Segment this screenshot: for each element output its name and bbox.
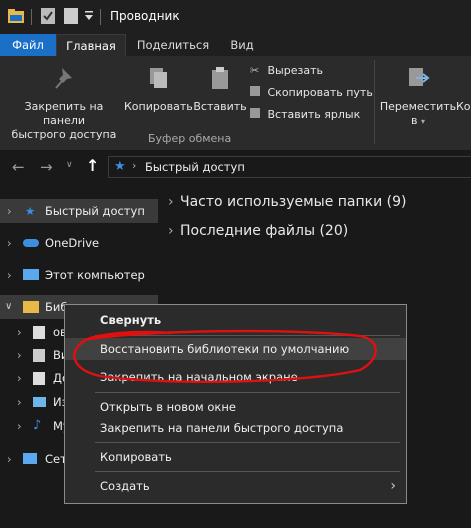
copy-icon — [146, 66, 170, 90]
menu-item-restore-libraries[interactable]: Восстановить библиотеки по умолчанию — [65, 338, 406, 360]
new-folder-icon[interactable] — [64, 8, 78, 24]
menu-item-create[interactable]: Создать › — [65, 475, 406, 497]
nav-label: Этот компьютер — [45, 268, 145, 282]
expand-chevron-icon[interactable]: › — [17, 390, 22, 414]
copy-path-label: Скопировать путь — [267, 86, 373, 99]
move-to-icon — [406, 66, 430, 90]
tab-view[interactable]: Вид — [218, 34, 266, 56]
expand-chevron-icon[interactable]: › — [17, 320, 22, 344]
menu-item-collapse[interactable]: Свернуть — [65, 309, 406, 331]
move-to-button[interactable]: Переместить в ▾ — [378, 66, 458, 129]
expand-chevron-icon[interactable]: › — [17, 343, 22, 367]
clipboard-group-label: Буфер обмена — [148, 132, 232, 145]
customize-toolbar-icon[interactable] — [84, 10, 94, 22]
menu-item-label: Создать — [100, 479, 150, 493]
copy-label: Копировать — [124, 100, 193, 113]
menu-separator — [95, 471, 400, 472]
move-label-2: в ▾ — [411, 114, 425, 127]
window-title: Проводник — [110, 9, 180, 23]
separator — [31, 9, 32, 25]
group-recent-files[interactable]: › Последние файлы (20) — [168, 223, 349, 239]
nav-item-this-pc[interactable]: › Этот компьютер — [0, 263, 158, 287]
menu-item-open-new-window[interactable]: Открыть в новом окне — [65, 396, 406, 418]
expand-chevron-icon[interactable]: › — [7, 263, 12, 287]
tab-file[interactable]: Файл — [0, 34, 56, 56]
submenu-arrow-icon: › — [390, 478, 396, 494]
group-chevron-icon: › — [168, 194, 174, 210]
copy-to-button[interactable]: Ко — [456, 66, 471, 114]
group-frequent-folders[interactable]: › Часто используемые папки (9) — [168, 194, 407, 210]
copy-button[interactable]: Копировать — [124, 66, 193, 114]
menu-separator — [95, 335, 400, 336]
copy-to-label: Ко — [456, 100, 471, 113]
forward-arrow-icon[interactable]: → — [40, 158, 53, 176]
nav-label: OneDrive — [45, 236, 100, 250]
documents-icon — [33, 372, 45, 385]
pin-icon — [52, 66, 76, 90]
collapse-chevron-icon[interactable]: ∨ — [5, 295, 12, 319]
menu-separator — [95, 392, 400, 393]
paste-shortcut-icon — [250, 108, 260, 118]
library-folder-icon — [23, 301, 39, 313]
address-bar-row: ← → ∨ ↑ ★ › Быстрый доступ — [0, 150, 471, 184]
cut-button[interactable]: ✂ Вырезать — [250, 63, 323, 79]
title-bar: Проводник — [0, 0, 471, 34]
group-divider — [374, 60, 375, 144]
pin-quick-access-button[interactable]: Закрепить на панели быстрого доступа — [4, 66, 124, 142]
paste-button[interactable]: Вставить — [192, 66, 248, 114]
breadcrumb-chevron-icon[interactable]: › — [132, 159, 136, 172]
breadcrumb-quick-access[interactable]: Быстрый доступ — [145, 160, 245, 174]
separator — [100, 9, 101, 25]
copy-path-button[interactable]: Скопировать путь — [250, 85, 373, 101]
library-icon — [33, 326, 45, 339]
paste-icon — [208, 66, 232, 90]
nav-label: Быстрый доступ — [45, 204, 145, 218]
menu-separator — [95, 442, 400, 443]
recent-locations-icon[interactable]: ∨ — [66, 160, 73, 170]
expand-chevron-icon[interactable]: › — [7, 447, 12, 471]
nav-item-quick-access[interactable]: › ★ Быстрый доступ — [0, 199, 158, 223]
cloud-icon — [23, 239, 39, 247]
group-label: Часто используемые папки (9) — [180, 194, 407, 210]
group-chevron-icon: › — [168, 223, 174, 239]
star-icon: ★ — [25, 204, 36, 218]
paste-shortcut-button[interactable]: Вставить ярлык — [250, 107, 360, 123]
music-icon: ♪ — [33, 418, 42, 433]
menu-item-copy[interactable]: Копировать — [65, 446, 406, 468]
expand-chevron-icon[interactable]: › — [7, 231, 12, 255]
monitor-icon — [23, 269, 39, 280]
tab-home[interactable]: Главная — [56, 34, 126, 56]
nav-item-onedrive[interactable]: › OneDrive — [0, 231, 158, 255]
ribbon-tabs: Файл Главная Поделиться Вид — [0, 34, 471, 56]
scissors-icon: ✂ — [250, 64, 260, 77]
pin-label-1: Закрепить на панели — [24, 100, 104, 127]
copy-path-icon — [250, 86, 260, 96]
pictures-icon — [33, 397, 46, 407]
properties-icon[interactable] — [41, 8, 55, 24]
address-field[interactable]: ★ › Быстрый доступ — [108, 156, 471, 178]
back-arrow-icon[interactable]: ← — [12, 158, 25, 176]
ribbon-panel: Закрепить на панели быстрого доступа Коп… — [0, 56, 471, 151]
group-label: Последние файлы (20) — [180, 223, 349, 239]
pin-label-2: быстрого доступа — [11, 128, 117, 141]
paste-label: Вставить — [193, 100, 247, 113]
expand-chevron-icon[interactable]: › — [7, 199, 12, 223]
expand-chevron-icon[interactable]: › — [17, 414, 22, 438]
menu-item-pin-quick-access[interactable]: Закрепить на панели быстрого доступа — [65, 417, 406, 439]
network-icon — [23, 453, 37, 464]
cut-label: Вырезать — [267, 64, 323, 77]
tab-share[interactable]: Поделиться — [130, 34, 216, 56]
expand-chevron-icon[interactable]: › — [17, 366, 22, 390]
star-icon: ★ — [114, 159, 126, 174]
paste-shortcut-label: Вставить ярлык — [267, 108, 361, 121]
folder-app-icon — [8, 9, 24, 23]
menu-item-pin-start[interactable]: Закрепить на начальном экране — [65, 366, 406, 388]
copy-to-icon — [456, 66, 471, 100]
up-arrow-icon[interactable]: ↑ — [86, 156, 99, 175]
video-icon — [33, 349, 45, 362]
context-menu: Свернуть Восстановить библиотеки по умол… — [64, 304, 407, 504]
move-label-1: Переместить — [379, 100, 457, 113]
